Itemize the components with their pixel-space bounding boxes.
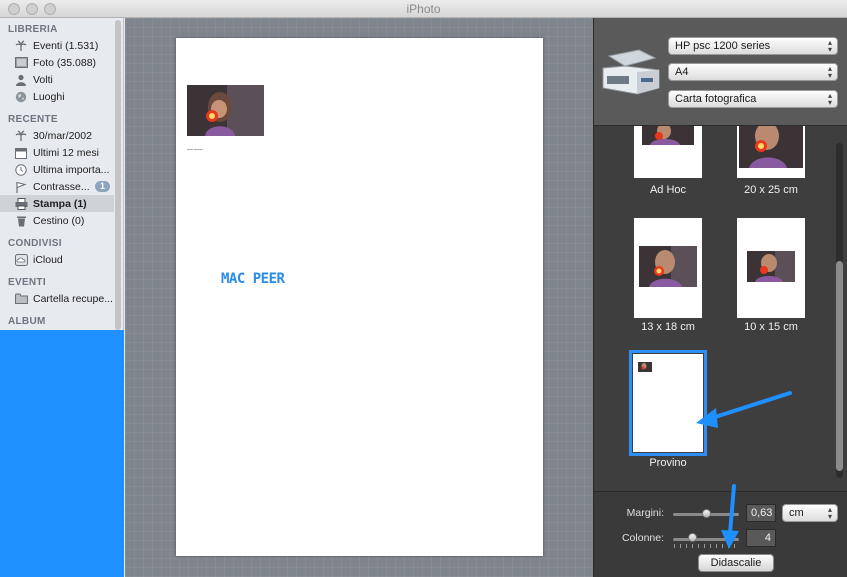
photos-icon — [14, 57, 28, 69]
sidebar: LIBRERIA Eventi (1.531) Foto (35.088) Vo… — [0, 18, 124, 577]
sidebar-scrollbar[interactable] — [115, 20, 121, 330]
flag-icon — [14, 181, 28, 193]
trash-icon — [14, 215, 28, 227]
photo-caption: ▬▬ ▬▬▬ — [187, 147, 203, 151]
watermark-text: MAC PEER — [221, 271, 285, 287]
sidebar-item-label: Luoghi — [33, 90, 65, 103]
sidebar-item-ultimi-12-mesi[interactable]: Ultimi 12 mesi — [0, 144, 114, 161]
printer-icon — [14, 197, 28, 210]
sidebar-item-label: Foto (35.088) — [33, 56, 97, 69]
sidebar-item-ultima-importazione[interactable]: Ultima importa... — [0, 161, 114, 178]
globe-icon — [14, 91, 28, 103]
print-preview-canvas: ▬▬ ▬▬▬ MAC PEER — [125, 18, 593, 577]
section-header-condivisi: CONDIVISI — [8, 238, 62, 249]
sidebar-item-label: Cartella recupe... — [33, 292, 113, 305]
sidebar-item-cestino[interactable]: Cestino (0) — [0, 212, 114, 229]
sidebar-item-cartella-recuperata[interactable]: Cartella recupe... — [0, 290, 114, 307]
sidebar-item-label: Stampa (1) — [33, 197, 87, 210]
section-header-recente: RECENTE — [8, 114, 58, 125]
count-badge: 1 — [94, 181, 110, 192]
sidebar-item-icloud[interactable]: iCloud — [0, 251, 114, 268]
photo-thumbnail[interactable] — [187, 85, 264, 136]
sidebar-item-volti[interactable]: Volti — [0, 71, 114, 88]
sidebar-item-label: Cestino (0) — [33, 214, 85, 227]
section-header-libreria: LIBRERIA — [8, 24, 58, 35]
folder-icon — [14, 293, 28, 305]
palm-tree-icon — [14, 129, 28, 142]
sidebar-item-30-mar-2002[interactable]: 30/mar/2002 — [0, 127, 114, 144]
section-header-album: ALBUM — [8, 316, 46, 327]
sidebar-item-label: iCloud — [33, 253, 63, 266]
window-title: iPhoto — [406, 2, 441, 16]
sidebar-item-label: Contrasse... — [33, 180, 90, 193]
person-icon — [14, 74, 28, 86]
sidebar-item-foto[interactable]: Foto (35.088) — [0, 54, 114, 71]
palm-tree-icon — [14, 39, 28, 52]
sidebar-item-luoghi[interactable]: Luoghi — [0, 88, 114, 105]
sidebar-item-contrassegnate[interactable]: Contrasse... 1 — [0, 178, 114, 195]
sidebar-item-label: Eventi (1.531) — [33, 39, 99, 52]
sidebar-item-label: Volti — [33, 73, 53, 86]
print-page-preview: ▬▬ ▬▬▬ — [176, 38, 543, 556]
sidebar-item-label: Ultima importa... — [33, 163, 110, 176]
clock-icon — [14, 163, 28, 176]
sidebar-item-stampa[interactable]: Stampa (1) — [0, 195, 114, 212]
sidebar-item-label: Ultimi 12 mesi — [33, 146, 99, 159]
section-header-eventi: EVENTI — [8, 277, 46, 288]
calendar-icon — [14, 147, 28, 159]
sidebar-item-label: 30/mar/2002 — [33, 129, 92, 142]
annotation-arrows — [696, 391, 792, 549]
sidebar-item-eventi[interactable]: Eventi (1.531) — [0, 37, 114, 54]
annotation-overlay — [0, 330, 124, 577]
print-settings-panel: HP psc 1200 series ▴ ▾ A4 ▴ ▾ Carta fotogr… — [593, 18, 847, 577]
cloud-icon — [14, 253, 28, 266]
title-bar: iPhoto — [0, 0, 847, 18]
